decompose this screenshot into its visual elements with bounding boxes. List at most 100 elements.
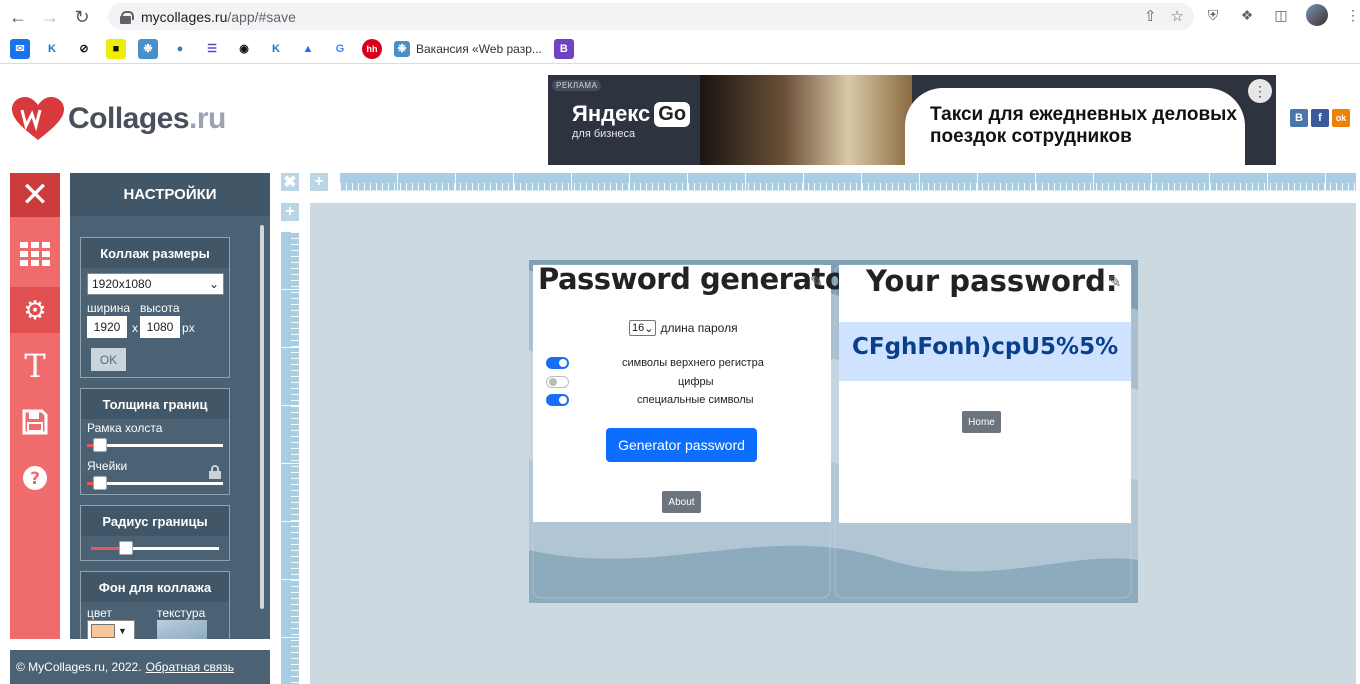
background-title: Фон для коллажа xyxy=(81,572,229,602)
caret-down-icon: ▼ xyxy=(118,626,127,636)
frame-slider[interactable] xyxy=(87,437,223,453)
bookmark-star-icon[interactable]: ☆ xyxy=(1171,7,1184,25)
site-logo[interactable]: Collages.ru xyxy=(10,96,226,142)
frame-label: Рамка холста xyxy=(87,421,163,435)
radius-slider[interactable] xyxy=(91,540,219,556)
ad-photo xyxy=(700,75,912,165)
reload-icon[interactable]: ↻ xyxy=(68,3,96,31)
ok-button[interactable]: OK xyxy=(91,348,126,371)
add-row-icon[interactable]: + xyxy=(281,203,299,221)
remove-column-icon[interactable]: ✖ xyxy=(281,173,299,191)
extensions-puzzle-icon[interactable]: ❖ xyxy=(1238,6,1256,24)
radius-slider-knob[interactable] xyxy=(119,541,133,555)
menu-kebab-icon[interactable]: ⋮ xyxy=(1344,6,1360,24)
password-length-row: 16 ⌄ длина пароля xyxy=(629,320,738,336)
texture-picker[interactable] xyxy=(157,620,207,639)
frame-slider-knob[interactable] xyxy=(93,438,107,452)
background-section: Фон для коллажа цвет ▼ текстура xyxy=(80,571,230,639)
url-host: mycollages.ru xyxy=(141,8,228,25)
atlassian-bookmark-icon[interactable]: ▲ xyxy=(298,39,318,59)
translate-bookmark-icon[interactable]: G xyxy=(330,39,350,59)
color-label: цвет xyxy=(87,606,112,620)
k2-bookmark-icon[interactable]: K xyxy=(266,39,286,59)
python-bookmark-icon[interactable]: ● xyxy=(170,39,190,59)
close-icon[interactable]: ✕ xyxy=(10,173,60,217)
border-width-title: Толщина границ xyxy=(81,389,229,419)
loop-bookmark-icon[interactable]: ⊘ xyxy=(74,39,94,59)
dims-unit: px xyxy=(182,321,195,335)
home-button[interactable]: Home xyxy=(962,411,1001,433)
bookmark-vacancy-label: Вакансия «Web разр... xyxy=(416,41,542,56)
ad-label: РЕКЛАМА xyxy=(552,80,602,91)
forward-icon[interactable]: → xyxy=(36,3,64,31)
help-icon[interactable]: ? xyxy=(10,455,60,501)
back-icon[interactable]: ← xyxy=(4,3,32,31)
ad-more-icon[interactable]: ⋮ xyxy=(1248,79,1272,103)
logo-text: Collages.ru xyxy=(68,102,226,136)
uppercase-label: символы верхнего регистра xyxy=(622,357,764,369)
ad-brand-name: Яндекс xyxy=(572,101,651,126)
logo-main: Collages xyxy=(68,102,190,135)
bookmarks-bar: ✉ K ⊘ ■ ❉ ● ☰ ◉ K ▲ G hh ❉ Вакансия «Web… xyxy=(0,34,1360,64)
svg-text:?: ? xyxy=(30,469,40,489)
generate-password-button[interactable]: Generator password xyxy=(606,428,757,462)
cells-slider-knob[interactable] xyxy=(93,476,107,490)
tool-sidebar: ✕ ⚙ T ? xyxy=(10,173,60,639)
hh-bookmark-icon[interactable]: hh xyxy=(362,38,382,59)
size-preset-select[interactable]: 1920x1080 ⌄ xyxy=(87,273,224,295)
width-input[interactable]: 1920 xyxy=(87,316,127,338)
stack-bookmark-icon[interactable]: ☰ xyxy=(202,39,222,59)
shield-extension-icon[interactable]: ⛨ xyxy=(1204,6,1222,24)
ok-button[interactable]: ok xyxy=(1332,109,1350,127)
side-panel-icon[interactable]: ◫ xyxy=(1272,6,1290,24)
ad-brand-badge: Go xyxy=(654,101,691,127)
color-swatch xyxy=(91,624,115,638)
yellow-square-bookmark-icon[interactable]: ■ xyxy=(106,38,126,59)
feedback-link[interactable]: Обратная связь xyxy=(146,660,234,674)
add-column-icon[interactable]: + xyxy=(310,173,328,191)
length-label: длина пароля xyxy=(660,321,738,335)
bootstrap-bookmark-icon[interactable]: B xyxy=(553,38,574,59)
social-links: В f ok xyxy=(1290,109,1350,127)
copyright-text: © MyCollages.ru, 2022. xyxy=(16,660,142,674)
height-input[interactable]: 1080 xyxy=(140,316,181,338)
save-floppy-icon[interactable] xyxy=(10,399,60,445)
address-bar[interactable]: mycollages.ru/app/#save ⇧ ☆ xyxy=(108,3,1194,30)
settings-gear-icon[interactable]: ⚙ xyxy=(10,287,60,333)
digits-label: цифры xyxy=(678,376,714,388)
digits-toggle[interactable] xyxy=(546,376,569,388)
cells-slider[interactable] xyxy=(87,475,223,491)
logo-suffix: .ru xyxy=(189,102,226,135)
edit-pencil-icon[interactable]: ✎ xyxy=(810,272,823,292)
facebook-button[interactable]: f xyxy=(1311,109,1329,127)
color-picker[interactable]: ▼ xyxy=(87,620,135,639)
about-button[interactable]: About xyxy=(662,491,701,513)
vk-button[interactable]: В xyxy=(1290,109,1308,127)
k-bookmark-icon[interactable]: K xyxy=(42,38,62,59)
length-select[interactable]: 16 ⌄ xyxy=(629,320,657,336)
border-width-section: Толщина границ Рамка холста Ячейки xyxy=(80,388,230,495)
gear-bookmark-icon[interactable]: ❉ xyxy=(138,38,158,59)
edit-pencil-icon-2[interactable]: ✎ xyxy=(1108,272,1121,292)
texture-label: текстура xyxy=(157,606,206,620)
text-tool-icon[interactable]: T xyxy=(10,343,60,389)
mail-bookmark-icon[interactable]: ✉ xyxy=(10,38,30,59)
collage-size-section: Коллаж размеры 1920x1080 ⌄ ширина 1920 x… xyxy=(80,237,230,378)
panel-scrollbar[interactable] xyxy=(260,225,264,609)
heart-logo-icon xyxy=(10,96,66,142)
dims-separator: x xyxy=(132,321,139,335)
bookmark-vacancy[interactable]: ❉ Вакансия «Web разр... xyxy=(394,40,542,57)
github-bookmark-icon[interactable]: ◉ xyxy=(234,39,254,59)
special-chars-label: специальные символы xyxy=(637,394,754,406)
ad-banner[interactable]: РЕКЛАМА Яндекс Go для бизнеса Такси для е… xyxy=(548,75,1276,165)
profile-avatar[interactable] xyxy=(1306,4,1328,26)
horizontal-ruler[interactable] xyxy=(340,173,1356,191)
vertical-ruler[interactable] xyxy=(281,232,299,684)
uppercase-toggle[interactable] xyxy=(546,357,569,369)
layout-grid-icon[interactable] xyxy=(10,231,60,277)
your-password-title: Your password: xyxy=(866,264,1118,298)
special-chars-toggle[interactable] xyxy=(546,394,569,406)
your-password-cell[interactable] xyxy=(839,265,1131,523)
share-icon[interactable]: ⇧ xyxy=(1144,7,1157,25)
length-value: 16 xyxy=(632,322,645,334)
